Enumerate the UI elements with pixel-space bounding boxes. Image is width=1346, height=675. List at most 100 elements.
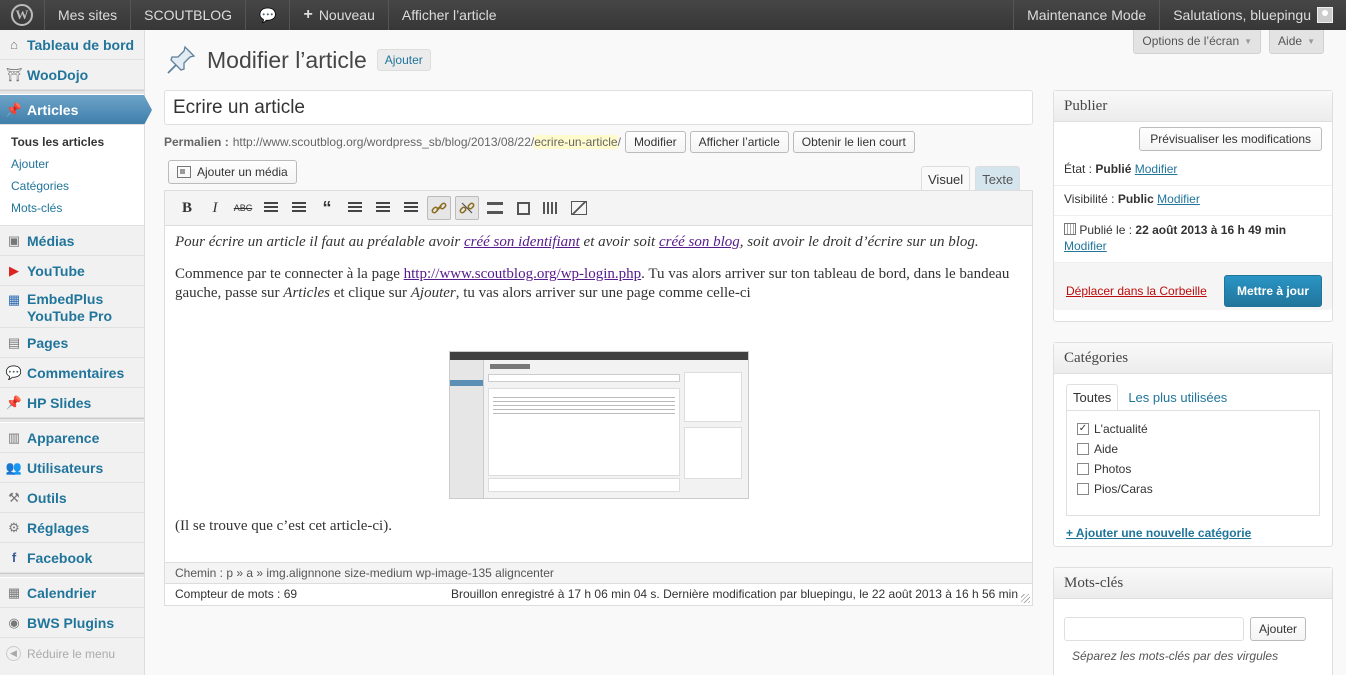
menu-label: BWS Plugins — [27, 614, 115, 631]
thumb-adminbar — [449, 352, 748, 360]
align-right-button[interactable] — [399, 196, 423, 220]
menu-woodojo[interactable]: ⛩ WooDojo — [0, 60, 144, 90]
site-name-menu[interactable]: SCOUTBLOG — [131, 0, 247, 30]
new-content-menu[interactable]: + Nouveau — [290, 0, 389, 30]
category-item[interactable]: ✓ L'actualité — [1077, 419, 1309, 439]
update-button[interactable]: Mettre à jour — [1223, 274, 1322, 307]
edit-status-link[interactable]: Modifier — [1135, 162, 1178, 176]
menu-pages[interactable]: ▤ Pages — [0, 328, 144, 358]
visibility-value: Public — [1117, 192, 1154, 206]
menu-posts[interactable]: 📌 Articles — [0, 95, 152, 125]
comments-menu[interactable]: 💬 — [246, 0, 291, 30]
menu-users[interactable]: 👥 Utilisateurs — [0, 453, 144, 483]
menu-label: Apparence — [27, 429, 100, 446]
link-create-id[interactable]: créé son identifiant — [464, 234, 580, 250]
tab-popular-categories[interactable]: Les plus utilisées — [1122, 385, 1233, 410]
account-menu[interactable]: Salutations, bluepingu — [1159, 0, 1346, 30]
tab-all-categories[interactable]: Toutes — [1066, 384, 1119, 410]
checkbox[interactable]: ✓ — [1077, 423, 1089, 435]
menu-calendar[interactable]: ▦ Calendrier — [0, 578, 144, 608]
chart-plugin-button[interactable] — [567, 196, 591, 220]
add-media-button[interactable]: Ajouter un média — [168, 160, 297, 184]
post-title-input[interactable]: Ecrire un article — [164, 90, 1033, 125]
preview-changes-button[interactable]: Prévisualiser les modifications — [1139, 127, 1322, 151]
link-login-page[interactable]: http://www.scoutblog.org/wp-login.php — [404, 266, 642, 282]
align-left-button[interactable] — [343, 196, 367, 220]
edit-permalink-button[interactable]: Modifier — [624, 131, 686, 153]
tag-input[interactable] — [1064, 617, 1244, 641]
submenu-categories[interactable]: Catégories — [0, 175, 144, 197]
menu-label: Tableau de bord — [27, 36, 135, 53]
submenu-add-new[interactable]: Ajouter — [0, 153, 144, 175]
align-center-button[interactable] — [371, 196, 395, 220]
checkbox[interactable] — [1077, 463, 1089, 475]
status-value: Publié — [1095, 162, 1132, 176]
editor-content[interactable]: Pour écrire un article il faut au préala… — [165, 226, 1032, 556]
fullscreen-button[interactable] — [511, 196, 535, 220]
help-button[interactable]: Aide ▼ — [1269, 30, 1324, 54]
menu-label: Calendrier — [27, 584, 97, 601]
plus-icon: + — [303, 6, 313, 23]
youtube-icon: ▶ — [9, 262, 19, 278]
permalink-base: http://www.scoutblog.org/wordpress_sb/bl… — [232, 135, 535, 149]
menu-youtube[interactable]: ▶ YouTube — [0, 256, 144, 286]
menu-embedplus[interactable]: ▦ EmbedPlus YouTube Pro — [0, 286, 144, 328]
category-item[interactable]: Aide — [1077, 439, 1309, 459]
checkbox[interactable] — [1077, 443, 1089, 455]
menu-label: Outils — [27, 489, 67, 506]
tab-visual[interactable]: Visuel — [921, 166, 971, 192]
category-tabs: Toutes Les plus utilisées — [1066, 384, 1320, 410]
view-post-menu[interactable]: Afficher l’article — [389, 0, 510, 30]
admin-bar: W Mes sites SCOUTBLOG 💬 + Nouveau Affich… — [0, 0, 1346, 30]
insert-link-button[interactable] — [427, 196, 451, 220]
menu-hp-slides[interactable]: 📌 HP Slides — [0, 388, 144, 418]
view-post-button[interactable]: Afficher l’article — [689, 131, 789, 153]
menu-dashboard[interactable]: ⌂ Tableau de bord — [0, 30, 144, 60]
resize-handle-icon[interactable] — [1021, 594, 1030, 603]
checkbox[interactable] — [1077, 483, 1089, 495]
categories-box-title: Catégories — [1054, 343, 1332, 374]
bold-button[interactable]: B — [175, 196, 199, 220]
maintenance-mode-menu[interactable]: Maintenance Mode — [1013, 0, 1159, 30]
italic-button[interactable]: I — [203, 196, 227, 220]
tab-text[interactable]: Texte — [975, 166, 1021, 192]
thumb-sidebar-boxes — [683, 372, 742, 492]
category-item[interactable]: Photos — [1077, 459, 1309, 479]
move-to-trash-link[interactable]: Déplacer dans la Corbeille — [1066, 284, 1207, 298]
collapse-menu-button[interactable]: ◀ Réduire le menu — [0, 638, 144, 669]
permalink-slug[interactable]: ecrire-un-article — [534, 135, 618, 149]
screenshot-image[interactable] — [448, 351, 749, 499]
menu-bws-plugins[interactable]: ◉ BWS Plugins — [0, 608, 144, 638]
my-sites-menu[interactable]: Mes sites — [45, 0, 132, 30]
menu-media[interactable]: ▣ Médias — [0, 226, 144, 256]
menu-settings[interactable]: ⚙ Réglages — [0, 513, 144, 543]
blockquote-button[interactable]: “ — [315, 196, 339, 220]
kitchen-sink-button[interactable] — [539, 196, 563, 220]
add-tag-button[interactable]: Ajouter — [1250, 617, 1307, 641]
edit-date-link[interactable]: Modifier — [1064, 239, 1107, 253]
collapse-arrow-icon: ◀ — [6, 646, 21, 661]
screen-meta-links: Options de l’écran ▼ Aide ▼ — [1133, 30, 1324, 54]
get-shortlink-button[interactable]: Obtenir le lien court — [792, 131, 915, 153]
menu-tools[interactable]: ⚒ Outils — [0, 483, 144, 513]
add-new-button[interactable]: Ajouter — [376, 49, 431, 71]
bullet-list-button[interactable] — [259, 196, 283, 220]
unlink-button[interactable] — [455, 196, 479, 220]
publish-box-title: Publier — [1054, 91, 1332, 122]
add-new-category-link[interactable]: + Ajouter une nouvelle catégorie — [1066, 526, 1251, 540]
edit-visibility-link[interactable]: Modifier — [1157, 192, 1200, 206]
menu-comments[interactable]: 💬 Commentaires — [0, 358, 144, 388]
autosave-status: Brouillon enregistré à 17 h 06 min 04 s.… — [450, 587, 1018, 601]
more-tag-button[interactable] — [483, 196, 507, 220]
strikethrough-button[interactable]: ABC — [231, 196, 255, 220]
new-content-label: Nouveau — [318, 7, 375, 23]
submenu-all-posts[interactable]: Tous les articles — [0, 131, 144, 153]
screen-options-button[interactable]: Options de l’écran ▼ — [1133, 30, 1262, 54]
menu-facebook[interactable]: f Facebook — [0, 543, 144, 573]
numbered-list-button[interactable] — [287, 196, 311, 220]
submenu-tags[interactable]: Mots-clés — [0, 197, 144, 219]
link-create-blog[interactable]: créé son blog — [659, 234, 740, 250]
category-item[interactable]: Pios/Caras — [1077, 479, 1309, 499]
menu-appearance[interactable]: ▥ Apparence — [0, 423, 144, 453]
wordpress-logo-menu[interactable]: W — [0, 0, 45, 30]
